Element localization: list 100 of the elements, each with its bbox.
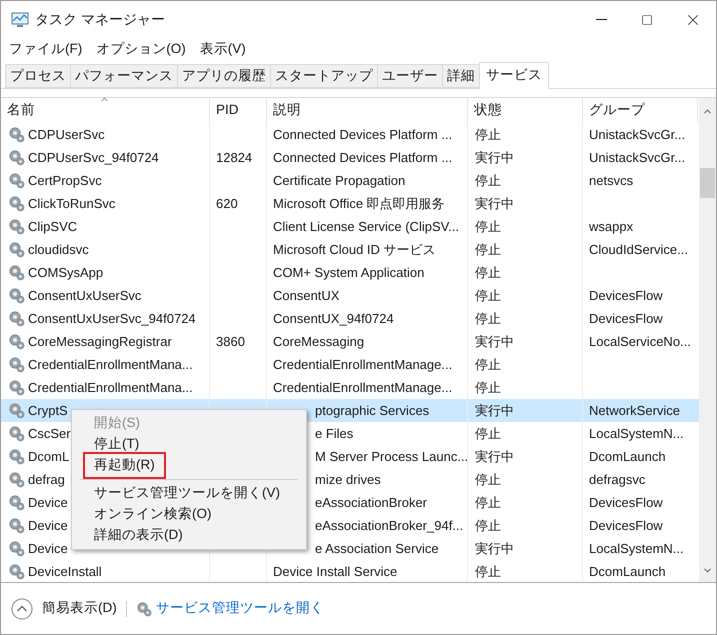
- tab[interactable]: プロセス: [5, 64, 70, 88]
- table-cell-text: CoreMessaging: [273, 332, 364, 351]
- gear-icon: [8, 425, 25, 442]
- table-cell-text: DevicesFlow: [589, 494, 663, 512]
- table-row[interactable]: CertPropSvc Certificate Propagation 停止 netsvcs: [1, 169, 699, 192]
- table-cell-text: ConsentUX_94f0724: [273, 310, 394, 328]
- collapse-icon: [11, 598, 33, 620]
- table-cell-text: defrag: [28, 470, 65, 489]
- table-row[interactable]: ConsentUxUserSvc ConsentUX 停止 DevicesFlow: [1, 284, 699, 307]
- table-cell-text: e Association Service: [315, 540, 439, 558]
- table-cell-text: 実行中: [475, 332, 514, 351]
- gear-icon: [8, 563, 25, 580]
- fewer-details-button[interactable]: 簡易表示(D): [11, 598, 117, 620]
- table-cell-text: LocalSystemN...: [589, 424, 684, 443]
- table-cell-text: 停止: [475, 470, 501, 489]
- menu-item[interactable]: 表示(V): [200, 38, 246, 60]
- scrollbar-thumb[interactable]: [700, 168, 715, 198]
- table-cell-text: 実行中: [475, 448, 514, 466]
- table-row[interactable]: cloudidsvc Microsoft Cloud ID サービス 停止 CloudIdService...: [1, 238, 699, 261]
- table-row[interactable]: CDPUserSvc Connected Devices Platform ... 停止 UnistackSvcGr...: [1, 123, 699, 146]
- gear-icon: [8, 333, 25, 350]
- gear-icon: [136, 600, 152, 616]
- table-cell-text: 停止: [475, 424, 501, 443]
- table-cell-text: DcomLaunch: [589, 448, 666, 466]
- table-cell-text: UnistackSvcGr...: [589, 148, 686, 167]
- table-cell-text: ptographic Services: [315, 402, 430, 420]
- column-header[interactable]: グループ: [583, 98, 698, 123]
- table-cell-text: 実行中: [475, 148, 514, 167]
- column-header[interactable]: PID: [210, 98, 267, 123]
- tab[interactable]: サービス: [479, 62, 549, 89]
- table-cell-text: 実行中: [475, 540, 514, 558]
- table-cell-text: Client License Service (ClipSV...: [273, 218, 459, 236]
- menu-item[interactable]: 再起動(R): [83, 452, 166, 479]
- table-cell-text: Microsoft Cloud ID サービス: [273, 240, 436, 259]
- menu-item[interactable]: サービス管理ツールを開く(V): [94, 483, 280, 504]
- table-cell-text: Connected Devices Platform ...: [273, 126, 452, 144]
- menu-item[interactable]: オプション(O): [96, 38, 186, 60]
- menu-item[interactable]: 停止(T): [94, 434, 140, 455]
- table-cell-text: 停止: [475, 356, 501, 374]
- table-cell-text: LocalSystemN...: [589, 540, 684, 558]
- table-row[interactable]: ClipSVC Client License Service (ClipSV... 停止 wsappx: [1, 215, 699, 238]
- tab[interactable]: ユーザー: [377, 64, 442, 88]
- table-cell-text: mize drives: [315, 470, 381, 489]
- table-row[interactable]: ConsentUxUserSvc_94f0724 ConsentUX_94f0724 停止 DevicesFlow: [1, 307, 699, 330]
- table-cell-text: 実行中: [475, 194, 514, 213]
- table-cell-text: ConsentUxUserSvc: [28, 286, 142, 305]
- table-cell-text: cloudidsvc: [28, 240, 89, 259]
- column-header[interactable]: 説明: [267, 98, 468, 123]
- gear-icon: [8, 471, 25, 488]
- table-cell-text: 停止: [475, 126, 501, 144]
- menu-item[interactable]: 詳細の表示(D): [94, 525, 183, 546]
- table-cell-text: CloudIdService...: [589, 240, 688, 259]
- table-cell-text: eAssociationBroker: [315, 494, 427, 512]
- table-cell-text: ClipSVC: [28, 218, 78, 236]
- gear-icon: [8, 494, 25, 511]
- tab[interactable]: 詳細: [442, 64, 479, 88]
- table-row[interactable]: DeviceInstall Device Install Service 停止 DcomLaunch: [1, 560, 699, 582]
- table-cell-text: DevicesFlow: [589, 286, 663, 305]
- table-cell-text: CredentialEnrollmentManage...: [273, 378, 452, 397]
- table-cell-text: 12824: [216, 148, 252, 167]
- scrollbar[interactable]: [699, 98, 716, 582]
- table-cell-text: UnistackSvcGr...: [589, 126, 686, 144]
- gear-icon: [8, 310, 25, 327]
- table-cell-text: 停止: [475, 378, 501, 397]
- table-row[interactable]: CredentialEnrollmentMana... CredentialEnrollmentManage... 停止: [1, 353, 699, 376]
- table-cell-text: 停止: [475, 218, 501, 236]
- table-cell-text: NetworkService: [589, 402, 680, 420]
- table-row[interactable]: CDPUserSvc_94f0724 12824 Connected Devices Platform ... 実行中 UnistackSvcGr...: [1, 146, 699, 169]
- tab[interactable]: スタートアップ: [270, 64, 377, 88]
- gear-icon: [8, 540, 25, 557]
- column-header[interactable]: 状態: [468, 98, 583, 123]
- table-cell-text: wsappx: [589, 218, 634, 236]
- table-cell-text: Device: [28, 516, 68, 535]
- table-cell-text: CscSer: [28, 424, 71, 443]
- tab[interactable]: パフォーマンス: [70, 64, 177, 88]
- table-cell-text: netsvcs: [589, 172, 634, 190]
- table-row[interactable]: COMSysApp COM+ System Application 停止: [1, 261, 699, 284]
- table-cell-text: LocalServiceNo...: [589, 332, 691, 351]
- monitor-chart-icon: [11, 12, 29, 28]
- column-header[interactable]: 名前: [1, 98, 210, 123]
- gear-icon: [8, 126, 25, 143]
- gear-icon: [8, 149, 25, 166]
- table-cell-text: 620: [216, 194, 238, 213]
- table-row[interactable]: ClickToRunSvc 620 Microsoft Office 即点即用服务 実行中: [1, 192, 699, 215]
- open-services-link[interactable]: サービス管理ツールを開く: [136, 598, 324, 619]
- gear-icon: [8, 402, 25, 419]
- table-cell-text: ConsentUX: [273, 286, 340, 305]
- table-cell-text: ClickToRunSvc: [28, 194, 116, 213]
- window-title: タスク マネージャー: [35, 10, 165, 29]
- table-cell-text: DevicesFlow: [589, 310, 663, 328]
- table-cell-text: DevicesFlow: [589, 516, 663, 535]
- table-cell-text: 停止: [475, 494, 501, 512]
- menu-item[interactable]: ファイル(F): [9, 38, 82, 60]
- table-row[interactable]: CoreMessagingRegistrar 3860 CoreMessaging 実行中 LocalServiceNo...: [1, 330, 699, 353]
- table-cell-text: Connected Devices Platform ...: [273, 148, 452, 167]
- menu-item[interactable]: オンライン検索(O): [94, 504, 212, 525]
- gear-icon: [8, 264, 25, 281]
- table-cell-text: e Files: [315, 424, 354, 443]
- table-cell-text: CDPUserSvc: [28, 126, 105, 144]
- tab[interactable]: アプリの履歴: [177, 64, 270, 88]
